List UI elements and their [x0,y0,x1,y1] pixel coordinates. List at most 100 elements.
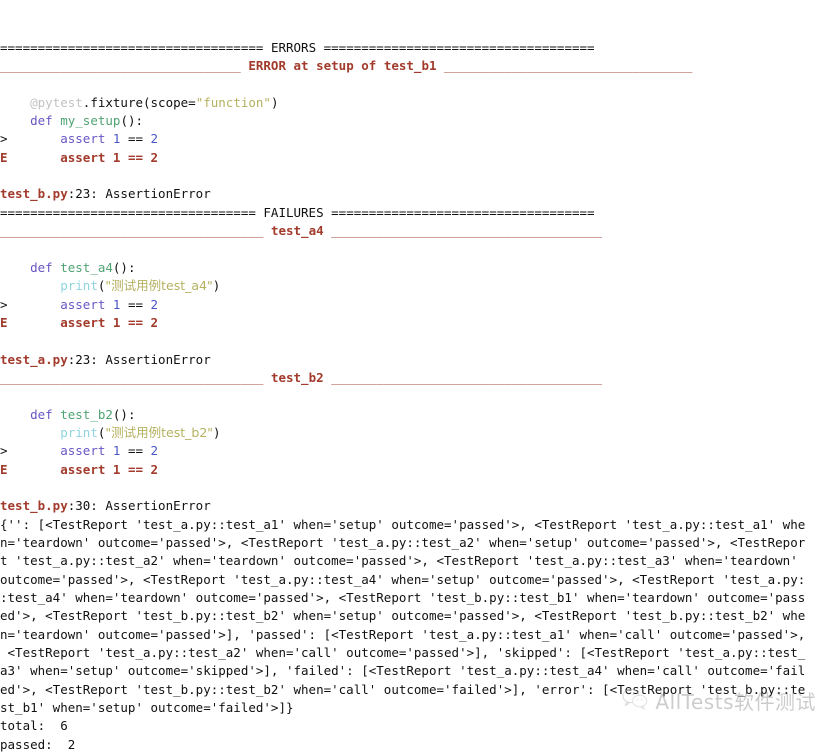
line-segment [0,278,60,293]
line-segment: FAILURES [263,204,324,220]
line-segment: {'': [<TestReport 'test_a.py::test_a1' w… [0,516,806,532]
code-print-test-b2: print("测试用例test_b2") [0,424,832,442]
line-segment: a3' when='setup' outcome='skipped'>], 'f… [0,663,806,679]
line-segment: ________________________________ [0,58,249,74]
line-segment: ed'>, <TestReport 'test_b.py::test_b2' w… [0,681,806,697]
line-segment: assert 1 == 2 [60,314,159,330]
line-segment: ERRORS [270,39,317,55]
line-segment: (): [120,113,144,129]
report-dict-line-1: {'': [<TestReport 'test_a.py::test_a1' w… [0,516,832,534]
line-segment [8,462,61,477]
line-segment: 2 [150,131,159,147]
line-segment [0,425,60,440]
line-segment: (): [112,259,136,275]
line-segment: ) [270,94,279,110]
line-segment: =================================== [0,39,271,55]
report-dict-line-10: ed'>, <TestReport 'test_b.py::test_b2' w… [0,681,832,699]
line-segment: == [120,443,151,459]
line-segment: ____________________________________ [323,223,603,239]
line-segment: :23: AssertionError [67,186,211,202]
failure-test-b2-header: ___________________________________ test… [0,369,832,387]
line-segment: assert [60,131,113,147]
line-segment: test_a4 [60,259,113,275]
line-segment [0,407,30,422]
line-segment: =================================== [323,204,595,220]
line-segment: E [0,461,8,477]
code-assert-caret-b1: > assert 1 == 2 [0,130,832,148]
line-segment: == [120,131,151,147]
line-segment: print [60,424,98,440]
line-segment: > [0,131,8,147]
report-dict-line-7: n='teardown' outcome='passed'>], 'passed… [0,626,832,644]
terminal-output: =================================== ERRO… [0,0,832,756]
line-segment: 2 [150,443,159,459]
line-segment: total: 6 [0,718,68,734]
line-segment: print [60,278,98,294]
line-segment: my_setup [60,113,121,129]
line-segment: def [30,259,61,275]
code-assert-error-b2: E assert 1 == 2 [0,461,832,479]
line-segment: _________________________________ [436,58,693,74]
line-segment: n='teardown' outcome='passed'>], 'passed… [0,626,806,642]
line-segment: test_b.py [0,498,68,514]
line-segment: def [30,406,61,422]
line-segment: test_a.py [0,351,68,367]
stat-total: total: 6 [0,717,832,735]
line-segment: ___________________________________ [0,223,271,239]
line-segment: ================================== [0,204,264,220]
line-segment: :23: AssertionError [67,351,211,367]
report-dict-line-9: a3' when='setup' outcome='skipped'>], 'f… [0,662,832,680]
line-segment: test_b2 [60,406,113,422]
line-segment [8,443,61,458]
error-setup-test-b1-header: ________________________________ ERROR a… [0,57,832,75]
line-segment: <TestReport 'test_a.py::test_a2' when='c… [0,645,806,661]
report-dict-line-8: <TestReport 'test_a.py::test_a2' when='c… [0,644,832,662]
traceback-location-b1: test_b.py:23: AssertionError [0,185,832,203]
code-print-test-a4: print("测试用例test_a4") [0,277,832,295]
line-segment: > [0,443,8,459]
line-segment: == [120,296,151,312]
line-segment: test_b.py [0,186,68,202]
report-dict-line-3: t 'test_a.py::test_a2' when='teardown' o… [0,552,832,570]
line-segment: def [30,113,61,129]
line-segment: ) [212,278,221,294]
line-segment: "function" [195,94,271,110]
code-assert-error-b1: E assert 1 == 2 [0,149,832,167]
errors-header: =================================== ERRO… [0,39,832,57]
code-def-test-a4: def test_a4(): [0,259,832,277]
code-def-my-setup: def my_setup(): [0,112,832,130]
failure-test-a4-header: ___________________________________ test… [0,222,832,240]
line-segment: test_b2 [270,369,324,385]
line-segment: ERROR at setup of test_b1 [248,58,437,74]
line-segment: .fixture(scope= [82,94,196,110]
line-segment: (): [112,406,136,422]
line-segment: assert [60,443,113,459]
line-segment [8,297,61,312]
line-segment: test_a4 [270,223,324,239]
line-segment [8,150,61,165]
line-segment: ) [213,424,221,440]
failures-header: ================================== FAILU… [0,204,832,222]
report-dict-line-11: st_b1' when='setup' outcome='failed'>]} [0,699,832,717]
line-segment: assert [60,296,113,312]
line-segment: > [0,296,8,312]
report-dict-line-2: n='teardown' outcome='passed'>, <TestRep… [0,534,832,552]
line-segment: "测试用例test_a4" [105,278,213,294]
line-segment: ed'>, <TestReport 'test_b.py::test_b2' w… [0,608,806,624]
line-segment [0,95,30,110]
line-segment: assert 1 == 2 [60,149,159,165]
line-segment [0,260,30,275]
line-segment: assert 1 == 2 [60,461,159,477]
line-segment: passed: 2 [0,736,76,752]
stat-passed: passed: 2 [0,736,832,754]
line-segment: @pytest [30,94,83,110]
code-assert-caret-a4: > assert 1 == 2 [0,296,832,314]
line-segment: :30: AssertionError [67,498,211,514]
line-segment [0,113,30,128]
report-dict-line-6: ed'>, <TestReport 'test_b.py::test_b2' w… [0,607,832,625]
line-segment: n='teardown' outcome='passed'>, <TestRep… [0,534,806,550]
